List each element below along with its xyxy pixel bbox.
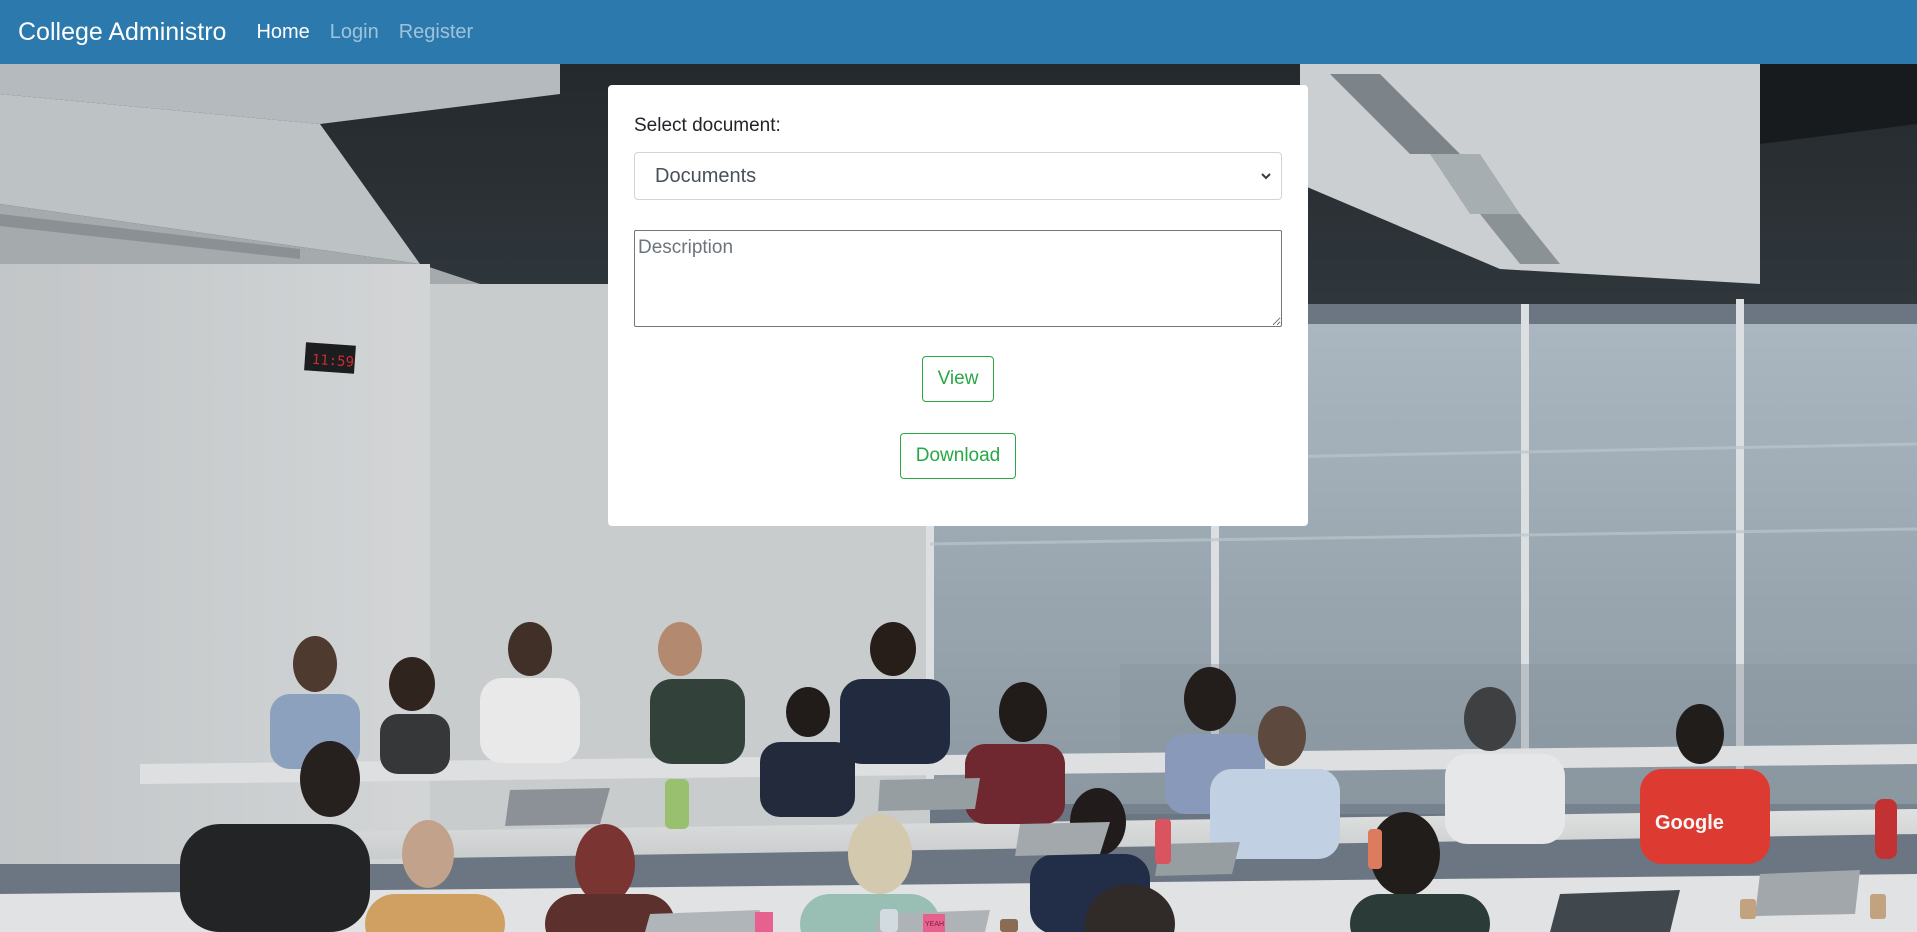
document-select-wrapper: Documents — [634, 152, 1282, 200]
select-document-label: Select document: — [634, 115, 781, 136]
nav-link-login[interactable]: Login — [330, 21, 379, 44]
view-button-row: View — [634, 356, 1282, 402]
brand-link[interactable]: College Administro — [18, 18, 226, 47]
nav-link-home[interactable]: Home — [256, 21, 309, 44]
description-textarea[interactable] — [634, 230, 1282, 327]
document-select[interactable]: Documents — [634, 152, 1282, 200]
top-navbar: College Administro Home Login Register — [0, 0, 1917, 64]
chevron-down-icon[interactable] — [1260, 170, 1272, 182]
nav-link-register[interactable]: Register — [399, 21, 473, 44]
document-form-card: Select document: Documents View Download — [608, 85, 1308, 526]
download-button[interactable]: Download — [899, 433, 1017, 479]
view-button[interactable]: View — [921, 356, 995, 402]
download-button-row: Download — [634, 433, 1282, 479]
